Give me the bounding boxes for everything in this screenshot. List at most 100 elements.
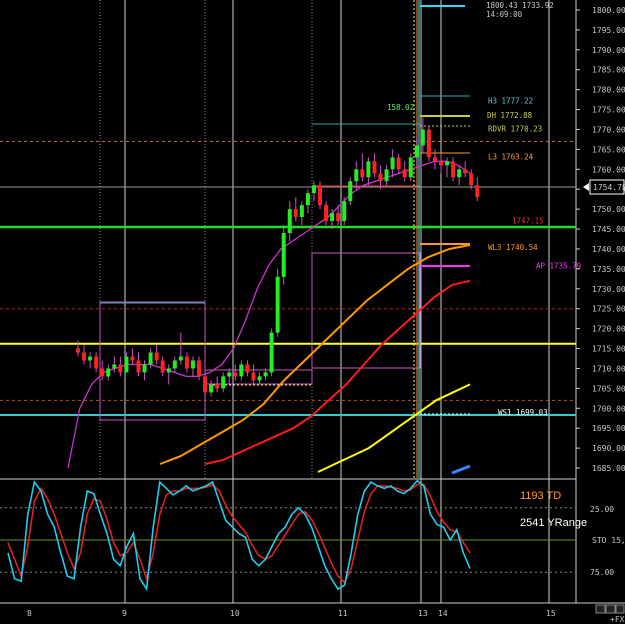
y-tick-label: 1695.00 — [592, 424, 625, 433]
candle-body — [439, 161, 443, 166]
candle-body — [184, 356, 189, 369]
candle-body — [475, 185, 480, 198]
candle-body — [124, 356, 129, 373]
candle-body — [275, 276, 280, 333]
candle-body — [336, 213, 341, 222]
x-tick-label: 13 — [418, 609, 428, 618]
candle-body — [94, 356, 99, 369]
candle-body — [227, 372, 232, 377]
pivot-label: L3 1763.24 — [488, 152, 534, 161]
pivot-label: WL3 1740.54 — [488, 243, 538, 252]
candle-body — [166, 368, 171, 373]
moving-average-line — [159, 244, 471, 465]
pivot-label: H3 1777.22 — [488, 97, 533, 106]
candle-body — [311, 185, 316, 194]
y-tick-label: 1730.00 — [592, 285, 625, 294]
candle-body — [130, 356, 135, 361]
candle-body — [239, 364, 244, 377]
candle-body — [378, 173, 383, 182]
moving-average-line — [67, 160, 471, 469]
candle-body — [233, 372, 238, 377]
x-tick-label: 8 — [27, 609, 32, 618]
y-tick-label: 1740.00 — [592, 245, 625, 254]
y-tick-label: 1690.00 — [592, 444, 625, 453]
current-price-arrow — [583, 183, 589, 191]
y-tick-label: 1800.00 — [592, 6, 625, 15]
candle-body — [257, 376, 262, 381]
osc-label: STO 15, — [592, 536, 625, 545]
candle-body — [190, 360, 195, 369]
y-tick-label: 1685.00 — [592, 464, 625, 473]
candle-body — [414, 145, 419, 158]
candle-body — [342, 201, 347, 222]
candle-body — [269, 332, 274, 373]
candle-body — [263, 372, 268, 377]
candle-body — [251, 372, 256, 381]
candle-body — [118, 364, 123, 373]
candle-body — [420, 129, 425, 146]
y-tick-label: 1710.00 — [592, 364, 625, 373]
candle-body — [106, 368, 111, 377]
candle-body — [390, 157, 395, 170]
y-tick-label: 1750.00 — [592, 205, 625, 214]
candle-body — [408, 157, 413, 178]
y-tick-label: 1705.00 — [592, 384, 625, 393]
y-tick-label: 1720.00 — [592, 325, 625, 334]
y-tick-label: 1780.00 — [592, 86, 625, 95]
pivot-label: AP 1735.79 — [536, 262, 581, 271]
cursor-lines — [413, 0, 470, 478]
candle-body — [136, 360, 141, 373]
candle-body — [348, 181, 353, 202]
stochastic-panel — [0, 479, 576, 592]
pivot-label: 1747.15 — [512, 216, 544, 225]
candle-body — [172, 360, 177, 369]
window-buttons[interactable] — [595, 604, 625, 614]
candle-body — [221, 376, 226, 389]
current-price-label: 1754.78 — [593, 183, 625, 192]
candle-body — [432, 157, 437, 162]
candle-body — [142, 364, 147, 373]
horizontal-levels — [0, 140, 576, 417]
candle-body — [402, 169, 407, 178]
candle-body — [160, 360, 165, 373]
annotation-dh: DH 1772.88 — [487, 111, 533, 120]
x-tick-label: 11 — [338, 609, 348, 618]
pivot-label: RDVR 1770.23 — [488, 125, 542, 134]
x-tick-label: 14 — [438, 609, 448, 618]
candle-body — [396, 157, 401, 170]
candle-body — [76, 348, 80, 353]
y-tick-label: 1760.00 — [592, 165, 625, 174]
osc-level-75: 75.00 — [590, 568, 614, 577]
candle-body — [445, 161, 450, 166]
stat-td: 1193 TD — [520, 490, 561, 502]
y-tick-label: 1735.00 — [592, 265, 625, 274]
candle-body — [457, 169, 462, 178]
candle-body — [299, 205, 304, 218]
candle-body — [366, 161, 371, 178]
y-tick-label: 1765.00 — [592, 145, 625, 154]
y-tick-label: 1795.00 — [592, 26, 625, 35]
candle-body — [245, 364, 250, 373]
candle-body — [178, 356, 183, 361]
candle-body — [88, 356, 93, 361]
blue-segment — [451, 464, 471, 475]
y-tick-label: 1790.00 — [592, 46, 625, 55]
stochastic-line — [7, 479, 471, 592]
candle-body — [330, 213, 335, 222]
candle-body — [372, 161, 377, 174]
header-time: 14:09:00 — [486, 10, 523, 19]
osc-level-25: 25.00 — [590, 505, 614, 514]
candle-body — [384, 169, 389, 182]
fx-label: +FX — [610, 615, 625, 624]
candle-body — [318, 185, 322, 206]
candle-body — [360, 169, 365, 178]
candle-body — [305, 193, 310, 206]
trading-chart: 1800.00 1795.00 1790.00 1785.00 1780.00 1775.… — [0, 0, 625, 624]
candle-body — [112, 364, 117, 369]
y-tick-label: 1775.00 — [592, 106, 625, 115]
candle-body — [287, 209, 292, 234]
y-tick-label: 1725.00 — [592, 305, 625, 314]
y-tick-label: 1715.00 — [592, 345, 625, 354]
candle-body — [451, 161, 456, 178]
moving-averages — [67, 160, 471, 473]
